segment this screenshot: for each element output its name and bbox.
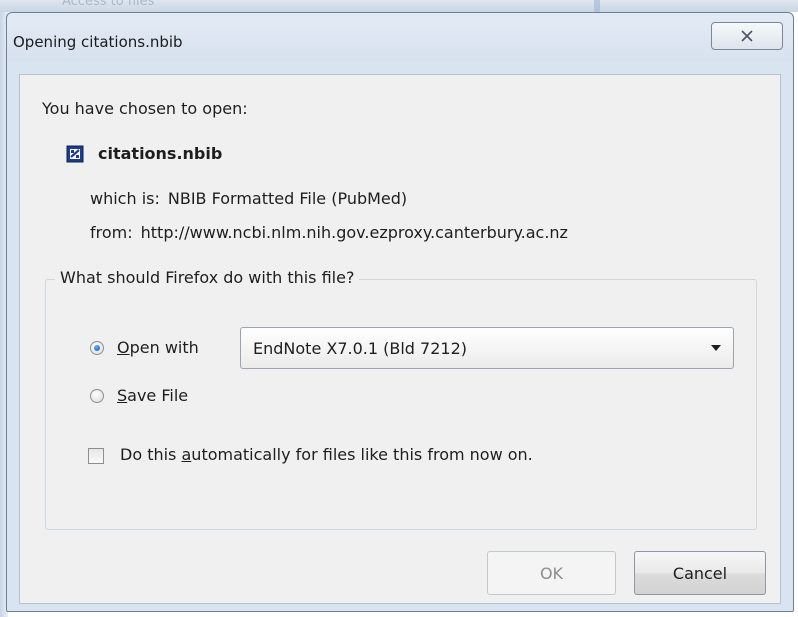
file-source-line: from: http://www.ncbi.nlm.nih.gov.ezproxy… <box>90 223 568 242</box>
dialog-title: Opening citations.nbib <box>13 33 183 51</box>
background-title-text: Access to files <box>62 0 155 9</box>
selected-app: EndNote X7.0.1 (Bld 7212) <box>253 339 467 358</box>
open-with-app-select[interactable]: EndNote X7.0.1 (Bld 7212) <box>240 327 734 369</box>
open-with-rest: pen with <box>129 338 199 357</box>
file-type-value: NBIB Formatted File (PubMed) <box>167 189 408 208</box>
opening-file-dialog: Opening citations.nbib You have chosen t… <box>6 12 794 612</box>
save-file-accel: S <box>117 386 128 405</box>
auto-action-checkbox[interactable] <box>88 448 104 464</box>
open-with-accel: O <box>117 338 130 357</box>
close-icon <box>741 30 753 42</box>
chevron-down-icon <box>711 345 721 351</box>
auto-prefix: Do this <box>120 445 182 464</box>
auto-action-label[interactable]: Do this automatically for files like thi… <box>120 445 533 464</box>
open-heading: You have chosen to open: <box>42 99 248 118</box>
save-file-label[interactable]: Save File <box>117 386 188 405</box>
dialog-body: You have chosen to open: citations.nbib … <box>19 74 781 604</box>
nbib-file-icon <box>66 145 84 162</box>
save-file-rest: ave File <box>127 386 189 405</box>
cancel-button[interactable]: Cancel <box>634 551 766 595</box>
file-name: citations.nbib <box>98 144 223 163</box>
ok-button[interactable]: OK <box>487 551 616 595</box>
background-window: Access to files <box>0 0 798 12</box>
file-source-url: http://www.ncbi.nlm.nih.gov.ezproxy.cant… <box>140 223 568 242</box>
from-label: from: <box>90 223 133 242</box>
action-question: What should Firefox do with this file? <box>55 268 360 287</box>
save-file-radio[interactable] <box>90 389 104 403</box>
auto-accel: a <box>181 445 192 464</box>
open-with-radio[interactable] <box>90 341 104 355</box>
open-with-label[interactable]: Open with <box>117 338 199 357</box>
close-button[interactable] <box>711 22 783 50</box>
dialog-titlebar[interactable]: Opening citations.nbib <box>7 13 793 61</box>
auto-rest: utomatically for files like this from no… <box>191 445 533 464</box>
which-is-label: which is: <box>90 189 160 208</box>
file-row: citations.nbib <box>66 144 222 163</box>
file-type-line: which is: NBIB Formatted File (PubMed) <box>90 189 407 208</box>
